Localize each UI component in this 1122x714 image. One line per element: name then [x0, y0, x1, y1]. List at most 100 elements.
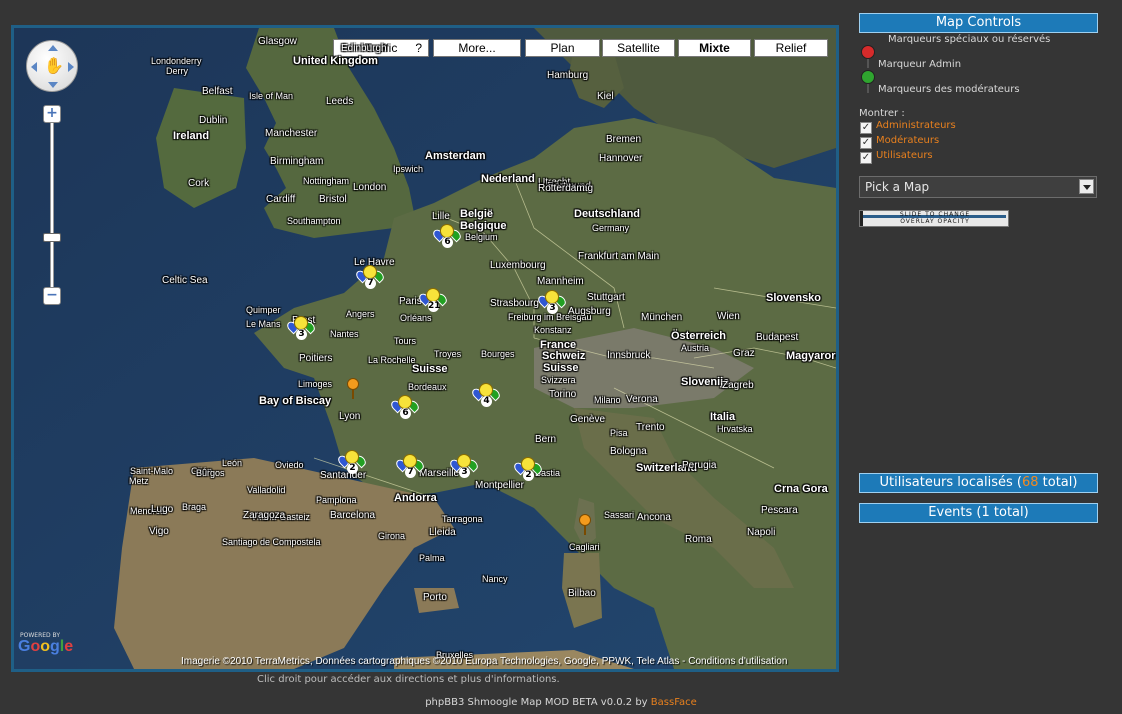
traffic-help-icon[interactable]: ?: [415, 40, 422, 56]
map-label: Nantes: [330, 329, 359, 339]
footer-author-link[interactable]: BassFace: [651, 697, 697, 708]
user-cluster-marker[interactable]: 3: [285, 316, 317, 340]
smiley-icon: [479, 383, 493, 397]
map-label: Birmingham: [270, 156, 324, 167]
filter-moderators-label[interactable]: Modérateurs: [876, 135, 939, 146]
user-cluster-marker[interactable]: 7: [354, 265, 386, 289]
map-label: Braga: [182, 502, 207, 512]
map-label: Mannheim: [537, 276, 584, 287]
show-label: Montrer :: [859, 108, 905, 119]
overlay-opacity-slider[interactable]: SLIDE TO CHANGE OVERLAY OPACITY: [859, 210, 1009, 227]
map-label: Bourges: [481, 349, 515, 359]
pan-down-icon[interactable]: [48, 82, 58, 88]
dropdown-arrow-icon[interactable]: [1079, 179, 1094, 194]
filter-users-label[interactable]: Utilisateurs: [876, 150, 933, 161]
user-pin-marker[interactable]: [579, 514, 593, 536]
map-label: Magyarors: [786, 350, 839, 362]
cluster-count: 7: [365, 278, 376, 289]
map-label: Bristol: [319, 194, 347, 205]
zoom-in-button[interactable]: +: [43, 105, 61, 123]
filter-admins-label[interactable]: Administrateurs: [876, 120, 956, 131]
cluster-count: 4: [481, 396, 492, 407]
user-cluster-marker[interactable]: 2: [336, 450, 368, 474]
pan-right-icon[interactable]: [68, 62, 74, 72]
user-cluster-marker[interactable]: 4: [470, 383, 502, 407]
map-label: Crna Gora: [774, 483, 828, 495]
map-label: Glasgow: [258, 36, 297, 47]
user-cluster-marker[interactable]: 2: [512, 457, 544, 481]
map-label: Burgos: [196, 468, 225, 478]
user-cluster-marker[interactable]: 6: [431, 224, 463, 248]
map-label: Strasbourg: [490, 298, 539, 309]
zoom-slider-track[interactable]: [50, 114, 54, 294]
user-cluster-marker[interactable]: 21: [417, 288, 449, 312]
zoom-out-button[interactable]: −: [43, 287, 61, 305]
map-label: Bremen: [606, 134, 642, 145]
smiley-icon: [345, 450, 359, 464]
map-label: Tours: [394, 336, 417, 346]
cluster-count: 2: [347, 463, 358, 474]
pan-left-icon[interactable]: [31, 62, 37, 72]
user-cluster-marker[interactable]: 3: [448, 454, 480, 478]
filter-users-checkbox[interactable]: ✓: [860, 152, 872, 164]
map-label: Rotterdam: [538, 183, 585, 194]
user-cluster-marker[interactable]: 7: [394, 454, 426, 478]
user-pin-marker[interactable]: [347, 378, 361, 400]
localized-users-header[interactable]: Utilisateurs localisés (68 total): [859, 473, 1098, 493]
map-label: Derry: [166, 66, 188, 76]
cluster-count: 3: [296, 329, 307, 340]
map-label: Nederland: [481, 173, 535, 185]
satellite-imagery[interactable]: [14, 28, 836, 669]
map-label: Svizzera: [541, 375, 576, 385]
map-label: Metz: [129, 476, 149, 486]
cluster-count: 6: [442, 237, 453, 248]
map-label: Isle of Man: [249, 91, 294, 101]
footer: phpBB3 Shmoogle Map MOD BETA v0.0.2 by B…: [0, 697, 1122, 708]
google-logo[interactable]: Google: [18, 638, 73, 656]
events-header[interactable]: Events (1 total): [859, 503, 1098, 523]
map-type-mixte-button[interactable]: Mixte: [678, 39, 751, 57]
map-label: Luxembourg: [490, 260, 546, 271]
map-label: Deutschland: [574, 208, 641, 220]
pick-map-select[interactable]: Pick a Map: [859, 176, 1097, 198]
map-label: Österreich: [671, 330, 727, 342]
map-label: Italia: [710, 411, 736, 423]
pan-up-icon[interactable]: [48, 45, 58, 51]
user-cluster-marker[interactable]: 3: [536, 290, 568, 314]
map-label: Schweiz: [542, 350, 586, 362]
map-container[interactable]: Traffic? More... Plan Satellite Mixte Re…: [11, 25, 839, 672]
map-type-satellite-button[interactable]: Satellite: [602, 39, 675, 57]
smiley-icon: [440, 224, 454, 238]
map-attribution[interactable]: Imagerie ©2010 TerraMetrics, Données car…: [181, 656, 787, 667]
map-label: Santiago de Compostela: [222, 537, 321, 547]
user-cluster-marker[interactable]: 6: [389, 395, 421, 419]
map-label: Innsbruck: [607, 350, 651, 361]
map-type-plan-button[interactable]: Plan: [525, 39, 600, 57]
filter-moderators-checkbox[interactable]: ✓: [860, 137, 872, 149]
filter-admins-checkbox[interactable]: ✓: [860, 122, 872, 134]
opacity-slider-handle[interactable]: [860, 211, 863, 226]
cluster-count: 2: [523, 470, 534, 481]
map-label: Poitiers: [299, 353, 333, 364]
pan-control[interactable]: ✋: [26, 40, 78, 92]
map-type-more-button[interactable]: More...: [433, 39, 521, 57]
map-label: Hamburg: [547, 70, 589, 81]
zoom-slider-handle[interactable]: [43, 233, 61, 242]
map-controls-header[interactable]: Map Controls: [859, 13, 1098, 33]
map-label: Roma: [685, 534, 712, 545]
map-label: Nancy: [482, 574, 508, 584]
map-label: Quimper: [246, 305, 281, 315]
map-label: Austria: [681, 343, 710, 353]
map-label: Belgium: [465, 232, 498, 242]
map-type-relief-button[interactable]: Relief: [754, 39, 828, 57]
pick-map-value: Pick a Map: [865, 180, 930, 194]
map-label: Nottingham: [303, 176, 350, 186]
map-label: Slovensko: [766, 292, 822, 304]
map-label: Porto: [423, 592, 447, 603]
map-label: België: [460, 208, 494, 220]
map-hint-text: Clic droit pour accéder aux directions e…: [257, 674, 560, 685]
map-label: München: [641, 312, 683, 323]
localized-users-count: 68: [1021, 475, 1039, 490]
localized-users-suffix: total): [1038, 475, 1078, 490]
map-label: Ipswich: [393, 164, 424, 174]
